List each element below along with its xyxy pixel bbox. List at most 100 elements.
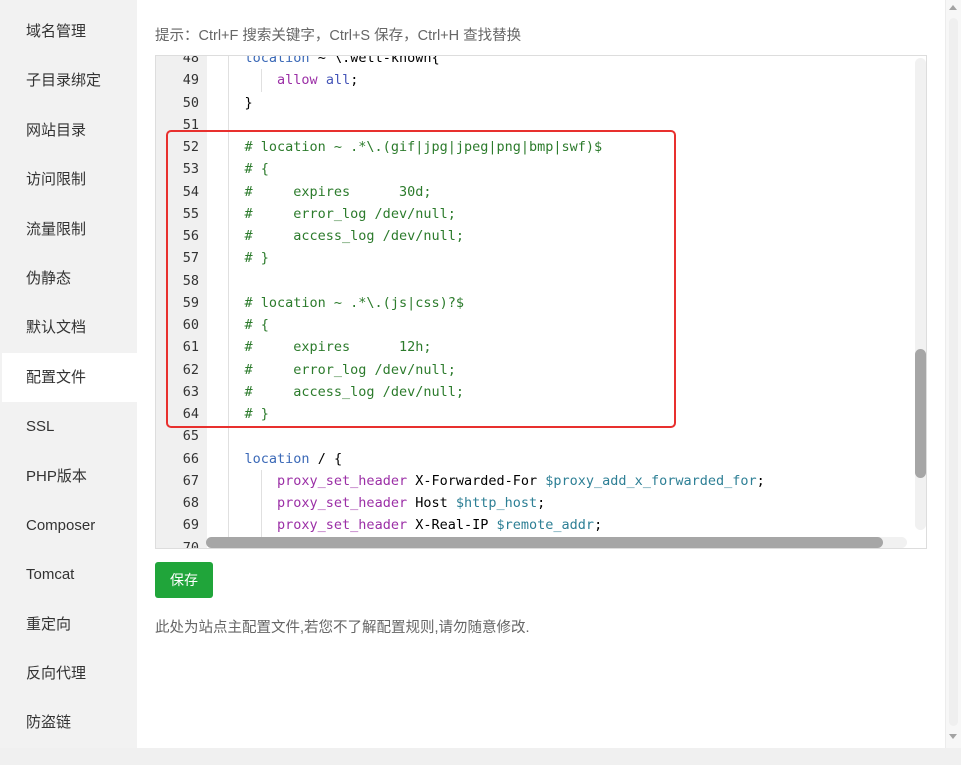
code-line[interactable]: # } — [212, 403, 912, 426]
sidebar-item-ssl[interactable]: SSL — [2, 402, 137, 451]
code-token: ; — [594, 517, 603, 534]
save-button[interactable]: 保存 — [155, 562, 213, 598]
code-token: # { — [244, 161, 269, 178]
scroll-up-arrow-icon[interactable] — [946, 0, 961, 16]
code-token: location — [244, 55, 310, 66]
sidebar-item-tomcat[interactable]: Tomcat — [2, 550, 137, 599]
line-number: 54 — [182, 183, 199, 200]
sidebar-item-traffic-limit[interactable]: 流量限制 — [2, 205, 137, 254]
code-token: # expires 30d; — [244, 183, 432, 200]
sidebar-item-label: 反向代理 — [26, 665, 87, 683]
code-text-area[interactable]: location ~ \.well-known{ allow all; } # … — [212, 55, 912, 548]
editor-horizontal-scrollbar[interactable] — [206, 537, 907, 548]
code-token: # error_log /dev/null; — [244, 361, 456, 378]
code-token: ; — [350, 72, 359, 89]
sidebar-item-label: 访问限制 — [26, 171, 87, 189]
line-number: 49 — [182, 72, 199, 89]
code-line[interactable]: # error_log /dev/null; — [212, 358, 912, 382]
sidebar-item-label: 流量限制 — [26, 220, 87, 238]
sidebar-item-label: 重定向 — [26, 615, 72, 633]
code-line[interactable]: # expires 30d; — [212, 180, 912, 204]
editor-vertical-scrollbar[interactable] — [915, 58, 926, 530]
sidebar-item-redirect[interactable]: 重定向 — [2, 600, 137, 649]
sidebar-item-composer[interactable]: Composer — [2, 501, 137, 550]
sidebar-item-access-restriction[interactable]: 访问限制 — [2, 155, 137, 204]
code-token: X-Forwarded-For — [415, 472, 538, 489]
code-line[interactable]: allow all; — [212, 69, 912, 92]
code-line[interactable]: # access_log /dev/null; — [212, 380, 912, 404]
config-warning-note: 此处为站点主配置文件,若您不了解配置规则,请勿随意修改. — [155, 620, 530, 636]
sidebar-item-label: Composer — [26, 516, 96, 534]
code-line[interactable]: # { — [212, 158, 912, 181]
code-line[interactable]: # access_log /dev/null; — [212, 225, 912, 248]
sidebar-item-label: PHP版本 — [26, 467, 87, 485]
line-number: 48 — [182, 55, 199, 66]
sidebar-item-url-rewrite[interactable]: 伪静态 — [2, 254, 137, 303]
sidebar-item-default-document[interactable]: 默认文档 — [2, 303, 137, 352]
scroll-down-arrow-icon[interactable] — [946, 728, 961, 744]
config-code-editor[interactable]: 48 49 50 51 52 53 54 55 56 57 58 59 60 61 62 63 64 65 66 67… — [155, 55, 927, 549]
code-token: proxy_set_header — [277, 517, 408, 534]
sidebar-item-config-file[interactable]: 配置文件 — [2, 352, 137, 403]
code-line[interactable]: # { — [212, 314, 912, 337]
code-line[interactable]: # location ~ .*\.(js|css)?$ — [212, 291, 912, 315]
code-token: proxy_set_header — [277, 472, 408, 489]
page-scroll-thumb[interactable] — [949, 18, 958, 726]
code-token: ~ — [317, 55, 326, 66]
code-line[interactable]: proxy_set_header Host $http_host; — [212, 492, 912, 515]
code-token: $http_host — [455, 495, 538, 511]
code-token: } — [244, 94, 253, 111]
code-line[interactable] — [212, 113, 912, 137]
line-number: 66 — [182, 450, 199, 467]
sidebar-item-site-directory[interactable]: 网站目录 — [2, 106, 137, 155]
sidebar-item-subdirectory-binding[interactable]: 子目录绑定 — [2, 56, 137, 105]
line-number: 61 — [182, 339, 199, 356]
editor-horizontal-scroll-thumb[interactable] — [206, 537, 883, 548]
line-number: 68 — [182, 495, 199, 511]
code-token: # location ~ .*\.(js|css)?$ — [244, 294, 464, 311]
sidebar-item-hotlink-protection[interactable]: 防盗链 — [2, 698, 137, 747]
code-token: ; — [756, 472, 765, 489]
code-token: # expires 12h; — [244, 339, 432, 356]
line-number: 64 — [182, 406, 199, 422]
code-line[interactable]: proxy_set_header X-Forwarded-For $proxy_… — [212, 469, 912, 493]
code-line[interactable] — [212, 269, 912, 293]
code-line[interactable]: # error_log /dev/null; — [212, 202, 912, 226]
sidebar-item-php-version[interactable]: PHP版本 — [2, 452, 137, 501]
settings-sidebar: 域名管理 子目录绑定 网站目录 访问限制 流量限制 伪静态 默认文档 配置文件 … — [0, 0, 137, 748]
page-vertical-scrollbar[interactable] — [945, 0, 961, 748]
line-number: 67 — [182, 472, 199, 489]
sidebar-item-label: 子目录绑定 — [26, 72, 102, 90]
editor-vertical-scroll-thumb[interactable] — [915, 349, 926, 478]
code-token: # { — [244, 317, 269, 333]
code-line[interactable]: location ~ \.well-known{ — [212, 55, 912, 70]
code-line[interactable]: location / { — [212, 447, 912, 471]
triangle-up-icon — [949, 5, 957, 10]
code-line[interactable]: } — [212, 91, 912, 115]
code-line[interactable]: # expires 12h; — [212, 336, 912, 359]
sidebar-item-label: 默认文档 — [26, 319, 87, 337]
triangle-down-icon — [949, 734, 957, 739]
sidebar-item-domain-management[interactable]: 域名管理 — [2, 7, 137, 56]
code-line[interactable]: # location ~ .*\.(gif|jpg|jpeg|png|bmp|s… — [212, 136, 912, 159]
code-line[interactable] — [212, 425, 912, 448]
line-number: 50 — [182, 94, 199, 111]
code-line[interactable]: proxy_set_header X-Real-IP $remote_addr; — [212, 514, 912, 537]
code-line[interactable]: # } — [212, 247, 912, 270]
sidebar-item-reverse-proxy[interactable]: 反向代理 — [2, 649, 137, 698]
